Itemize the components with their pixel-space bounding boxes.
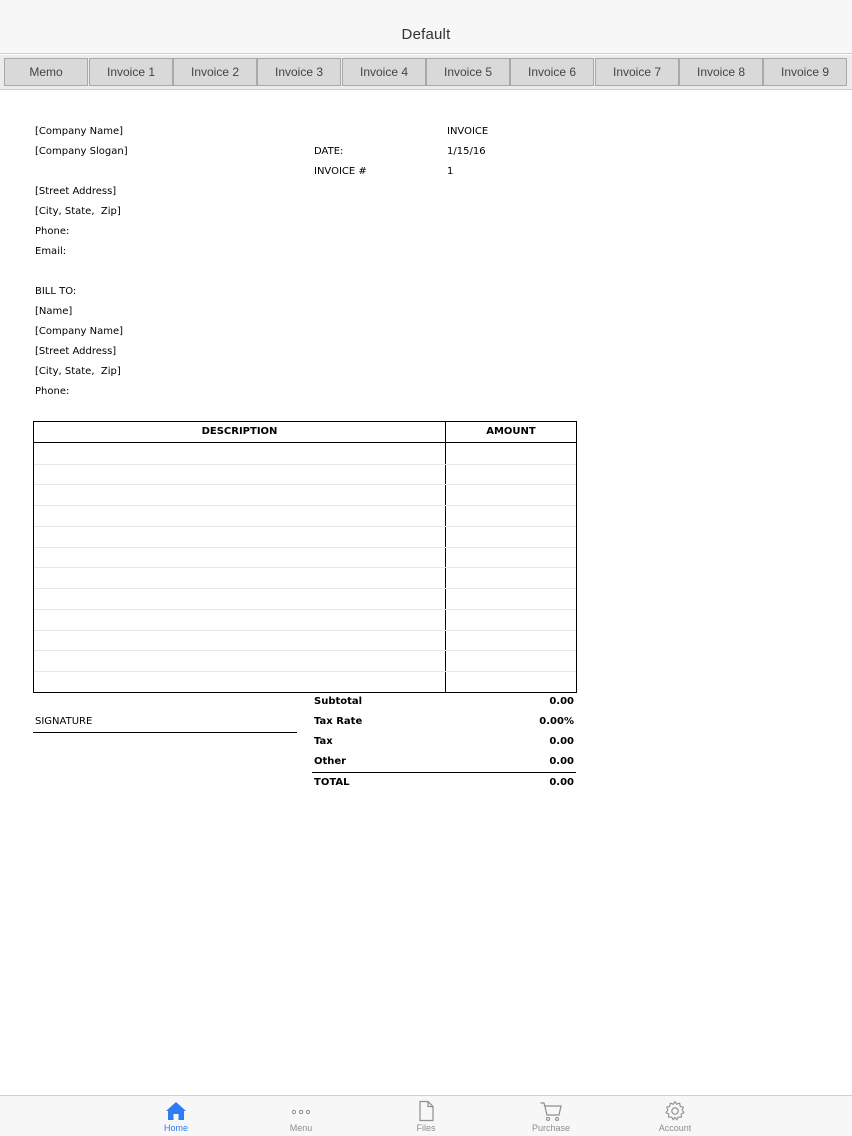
tabbar-home[interactable]: Home [136,1100,216,1136]
tabbar-home-label: Home [163,1123,188,1133]
tab-invoice-9[interactable]: Invoice 9 [763,58,847,86]
company-street-address[interactable]: [Street Address] [35,186,116,198]
tab-invoice-1[interactable]: Invoice 1 [89,58,173,86]
tabbar-files-label: Files [416,1123,436,1133]
invoice-sheet[interactable]: [Company Name] [Company Slogan] [Street … [0,91,852,1094]
line-items-table: DESCRIPTION AMOUNT [33,421,577,693]
description-column-header[interactable]: DESCRIPTION [34,426,445,438]
file-icon [419,1100,434,1122]
bill-to-name[interactable]: [Name] [35,306,72,318]
sheet-tab-bar: Memo Invoice 1 Invoice 2 Invoice 3 Invoi… [0,55,852,90]
subtotal-label[interactable]: Subtotal [314,696,362,708]
amount-column-header[interactable]: AMOUNT [446,426,576,438]
tabbar-account-label: Account [658,1123,692,1133]
invoice-number-value[interactable]: 1 [447,166,453,178]
tab-invoice-3[interactable]: Invoice 3 [257,58,341,86]
company-city-state-zip[interactable]: [City, State, Zip] [35,206,121,218]
total-label[interactable]: TOTAL [314,777,349,789]
bill-to-label[interactable]: BILL TO: [35,286,76,298]
company-slogan[interactable]: [Company Slogan] [35,146,128,158]
signature-line [33,732,297,733]
tab-invoice-8[interactable]: Invoice 8 [679,58,763,86]
tab-invoice-5[interactable]: Invoice 5 [426,58,510,86]
navigation-bar: Default [0,0,852,54]
page-title: Default [401,26,451,43]
table-row-divider [34,505,576,506]
table-row-divider [34,547,576,548]
signature-label[interactable]: SIGNATURE [35,716,92,728]
tabbar-account[interactable]: Account [635,1100,715,1136]
column-divider [445,422,446,692]
table-row-divider [34,609,576,610]
tabbar-menu[interactable]: Menu [261,1100,341,1136]
more-icon [291,1109,311,1115]
bill-to-city-state-zip[interactable]: [City, State, Zip] [35,366,121,378]
bottom-tab-bar: Home Menu Files Purchase Account [0,1095,852,1136]
gear-icon [665,1100,685,1121]
tabbar-menu-label: Menu [289,1123,313,1133]
table-row-divider [34,484,576,485]
tax-label[interactable]: Tax [314,736,333,748]
date-value[interactable]: 1/15/16 [447,146,486,158]
date-label[interactable]: DATE: [314,146,343,158]
cart-icon [540,1102,562,1122]
other-label[interactable]: Other [314,756,346,768]
table-header: DESCRIPTION AMOUNT [34,422,576,443]
tax-rate-value[interactable]: 0.00% [476,716,574,728]
table-row-divider [34,464,576,465]
table-row-divider [34,526,576,527]
table-row-divider [34,671,576,672]
table-row-divider [34,588,576,589]
tab-invoice-2[interactable]: Invoice 2 [173,58,257,86]
table-row-divider [34,567,576,568]
invoice-heading[interactable]: INVOICE [447,126,488,138]
tax-rate-label[interactable]: Tax Rate [314,716,362,728]
total-divider [312,772,576,773]
bill-to-company-name[interactable]: [Company Name] [35,326,123,338]
invoice-number-label[interactable]: INVOICE # [314,166,367,178]
subtotal-value[interactable]: 0.00 [476,696,574,708]
tab-memo[interactable]: Memo [4,58,88,86]
tabbar-files[interactable]: Files [386,1100,466,1136]
table-row-divider [34,650,576,651]
tab-invoice-4[interactable]: Invoice 4 [342,58,426,86]
home-icon [166,1102,186,1120]
company-phone-label[interactable]: Phone: [35,226,69,238]
other-value[interactable]: 0.00 [476,756,574,768]
tabbar-purchase[interactable]: Purchase [511,1100,591,1136]
tax-value[interactable]: 0.00 [476,736,574,748]
company-email-label[interactable]: Email: [35,246,66,258]
table-row-divider [34,630,576,631]
tab-invoice-7[interactable]: Invoice 7 [595,58,679,86]
company-name[interactable]: [Company Name] [35,126,123,138]
total-value[interactable]: 0.00 [476,777,574,789]
bill-to-phone-label[interactable]: Phone: [35,386,69,398]
tabbar-purchase-label: Purchase [531,1123,571,1133]
bill-to-street-address[interactable]: [Street Address] [35,346,116,358]
tab-invoice-6[interactable]: Invoice 6 [510,58,594,86]
